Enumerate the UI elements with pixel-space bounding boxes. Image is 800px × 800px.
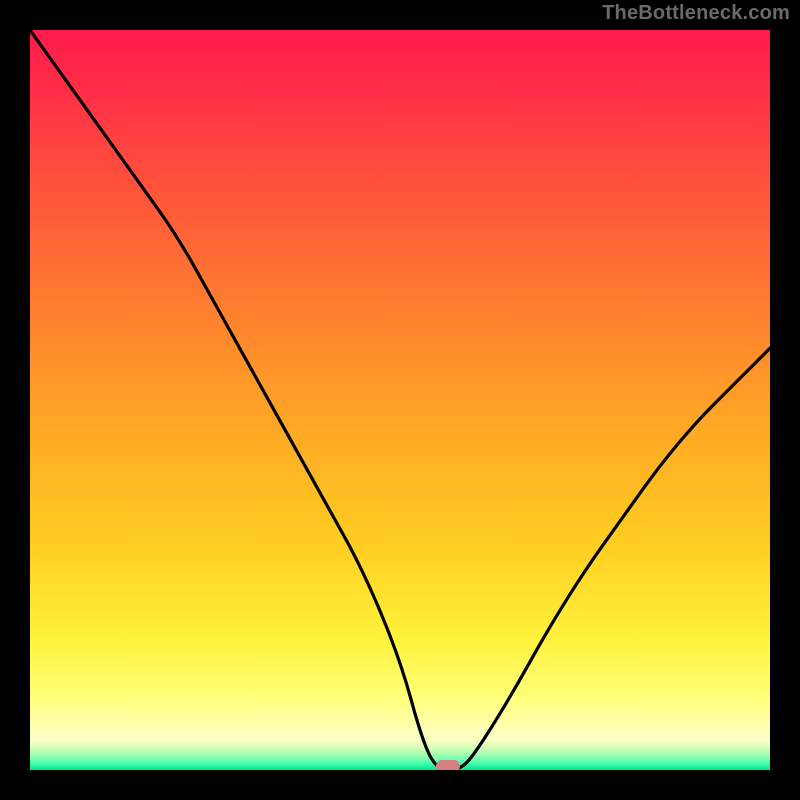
curve-svg (30, 30, 770, 770)
chart-frame: TheBottleneck.com (0, 0, 800, 800)
watermark-text: TheBottleneck.com (602, 2, 790, 25)
bottleneck-curve (30, 30, 770, 770)
plot-area (30, 30, 770, 770)
optimal-marker (436, 760, 460, 770)
